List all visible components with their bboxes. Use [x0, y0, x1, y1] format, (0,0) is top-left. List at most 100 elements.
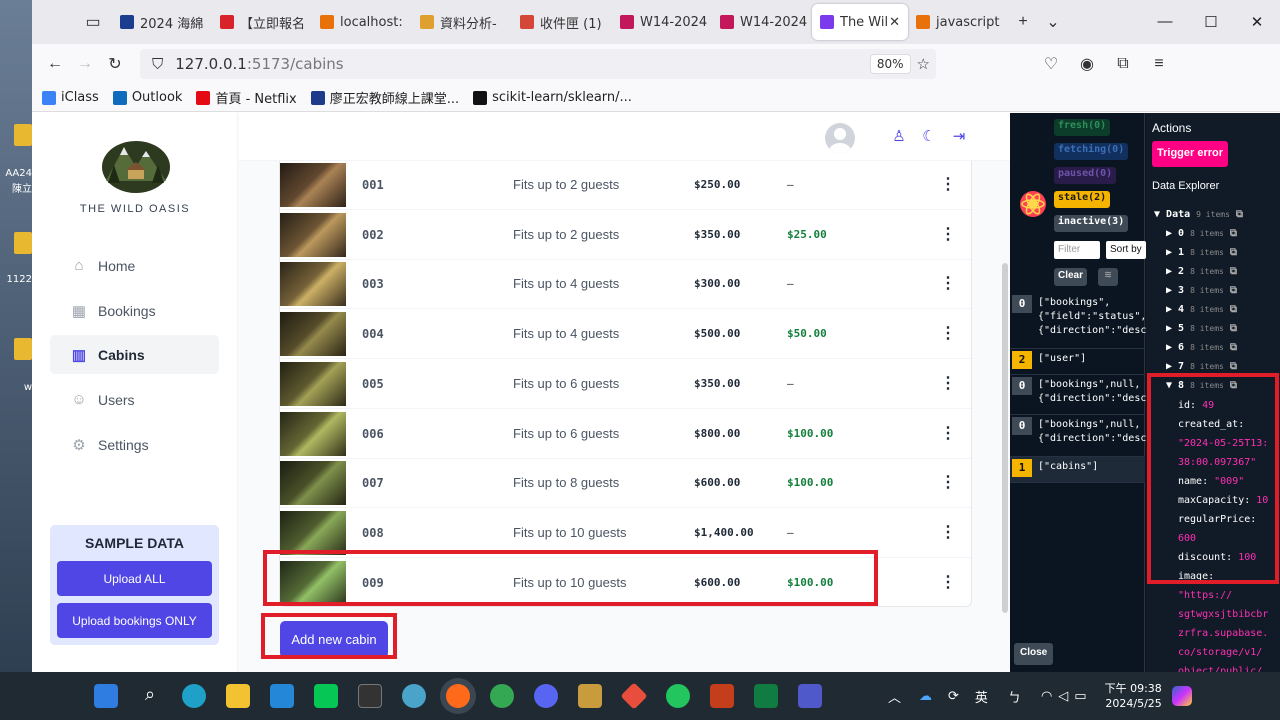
user-icon[interactable]: ♙: [889, 127, 909, 147]
sidebar-item-home[interactable]: ⌂ Home: [50, 246, 219, 285]
copy-icon[interactable]: ⧉: [1224, 228, 1237, 239]
copy-icon[interactable]: ⧉: [1224, 266, 1237, 277]
status-filter-badge[interactable]: paused(0): [1054, 167, 1117, 184]
status-filter-badge[interactable]: fetching(0): [1054, 143, 1129, 160]
bookmark-item[interactable]: 廖正宏教師線上課堂...: [310, 88, 459, 107]
copy-icon[interactable]: ⧉: [1236, 209, 1243, 220]
logout-icon[interactable]: ⇥: [949, 127, 969, 147]
back-icon[interactable]: ←: [40, 49, 70, 79]
sidebar-item-bookings[interactable]: ▦ Bookings: [50, 291, 219, 330]
close-icon[interactable]: ✕: [1234, 13, 1280, 31]
vscode-icon[interactable]: [270, 684, 294, 708]
bookmark-item[interactable]: Outlook: [112, 90, 182, 105]
browser-tab[interactable]: 收件匣 (1): [512, 4, 612, 40]
close-devtools-button[interactable]: Close: [1014, 643, 1054, 665]
volume-icon[interactable]: ◁: [1058, 689, 1068, 704]
row-menu-icon[interactable]: ⋮: [940, 323, 956, 343]
row-menu-icon[interactable]: ⋮: [940, 174, 956, 194]
chrome-icon[interactable]: [490, 684, 514, 708]
copy-icon[interactable]: ⧉: [1224, 342, 1237, 353]
data-index-node[interactable]: ▶ 1 8 items ⧉: [1166, 247, 1237, 258]
copilot-icon[interactable]: [1171, 686, 1192, 706]
copy-icon[interactable]: ⧉: [1224, 285, 1237, 296]
query-row[interactable]: 0 ["bookings", {"field":"status","va {"di…: [1010, 293, 1164, 349]
browser-tab[interactable]: 【立即報名: [212, 4, 312, 40]
chevron-up-icon[interactable]: ︿: [888, 687, 901, 706]
menu-icon[interactable]: ≡: [1144, 49, 1174, 79]
tab-list-icon[interactable]: ▭: [78, 7, 108, 37]
teams-icon[interactable]: [798, 684, 822, 708]
ime-mode-indicator[interactable]: ㄅ: [1008, 687, 1021, 706]
browser-tab[interactable]: W14-2024: [712, 4, 812, 40]
data-index-node[interactable]: ▶ 5 8 items ⧉: [1166, 323, 1237, 334]
clear-button[interactable]: Clear: [1054, 268, 1088, 286]
search-icon[interactable]: ⌕: [138, 684, 162, 708]
row-menu-icon[interactable]: ⋮: [940, 224, 956, 244]
excel-icon[interactable]: [754, 684, 778, 708]
upload-all-button[interactable]: Upload ALL: [57, 561, 212, 596]
status-filter-badge[interactable]: inactive(3): [1054, 215, 1129, 232]
bookmark-item[interactable]: iClass: [42, 90, 99, 105]
browser-tab[interactable]: 資料分析-: [412, 4, 512, 40]
edge-icon[interactable]: [182, 684, 206, 708]
chevron-down-icon[interactable]: ⌄: [1038, 7, 1068, 37]
row-menu-icon[interactable]: ⋮: [940, 572, 956, 592]
powerpoint-icon[interactable]: [710, 684, 734, 708]
query-row[interactable]: 2 ["user"]: [1010, 349, 1145, 375]
sync-icon[interactable]: ⟳: [948, 689, 959, 704]
row-menu-icon[interactable]: ⋮: [940, 373, 956, 393]
browser-tab[interactable]: javascript: [908, 4, 1008, 40]
browser-tab[interactable]: localhost:: [312, 4, 412, 40]
maximize-icon[interactable]: ☐: [1188, 13, 1234, 31]
copy-icon[interactable]: ⧉: [1224, 323, 1237, 334]
league-icon[interactable]: [578, 684, 602, 708]
line-icon[interactable]: [314, 684, 338, 708]
file-explorer-icon[interactable]: [226, 684, 250, 708]
scrollbar[interactable]: [1002, 263, 1008, 613]
folder-icon[interactable]: [14, 124, 32, 146]
data-index-node[interactable]: ▶ 7 8 items ⧉: [1166, 361, 1237, 372]
bookmark-item[interactable]: 首頁 - Netflix: [196, 88, 297, 107]
copy-icon[interactable]: ⧉: [1224, 361, 1237, 372]
star-icon[interactable]: ☆: [917, 55, 930, 73]
folder-icon[interactable]: [14, 338, 32, 360]
status-filter-badge[interactable]: stale(2): [1054, 191, 1111, 208]
pycharm-icon[interactable]: [666, 684, 690, 708]
address-bar[interactable]: ⛉ 127.0.0.1:5173/cabins 80% ☆: [140, 49, 936, 79]
battery-icon[interactable]: ▭: [1074, 689, 1086, 704]
firefox-icon[interactable]: [446, 684, 470, 708]
sort-select[interactable]: Sort by: [1106, 241, 1146, 259]
wifi-icon[interactable]: ≋: [1098, 268, 1118, 286]
query-row[interactable]: 0 ["bookings",null, {"direction":"desc",": [1010, 415, 1164, 457]
query-row[interactable]: 1 ["cabins"]: [1010, 457, 1145, 483]
new-tab-icon[interactable]: +: [1008, 7, 1038, 37]
query-row[interactable]: 0 ["bookings",null, {"direction":"desc",": [1010, 375, 1164, 415]
git-icon[interactable]: [620, 682, 648, 710]
zoom-indicator[interactable]: 80%: [869, 54, 911, 74]
upload-bookings-button[interactable]: Upload bookings ONLY: [57, 603, 212, 638]
data-index-node[interactable]: ▶ 0 8 items ⧉: [1166, 228, 1237, 239]
account-icon[interactable]: ◉: [1072, 49, 1102, 79]
discord-icon[interactable]: [534, 684, 558, 708]
sidebar-item-users[interactable]: ☺ Users: [50, 380, 219, 419]
clock[interactable]: 下午 09:38 2024/5/25: [1105, 681, 1162, 711]
paint-icon[interactable]: [402, 684, 426, 708]
folder-icon[interactable]: [14, 232, 32, 254]
moon-icon[interactable]: ☾: [919, 127, 939, 147]
row-menu-icon[interactable]: ⋮: [940, 522, 956, 542]
data-index-node[interactable]: ▶ 4 8 items ⧉: [1166, 304, 1237, 315]
sidebar-item-cabins[interactable]: ▥ Cabins: [50, 335, 219, 374]
filter-input[interactable]: Filter: [1054, 241, 1100, 259]
onedrive-icon[interactable]: ☁: [919, 689, 932, 704]
start-icon[interactable]: [94, 684, 118, 708]
data-index-node[interactable]: ▶ 3 8 items ⧉: [1166, 285, 1237, 296]
data-index-node[interactable]: ▶ 2 8 items ⧉: [1166, 266, 1237, 277]
extensions-icon[interactable]: ⧉: [1108, 49, 1138, 79]
bookmark-item[interactable]: scikit-learn/sklearn/...: [473, 90, 632, 105]
trigger-error-button[interactable]: Trigger error: [1152, 141, 1229, 167]
row-menu-icon[interactable]: ⋮: [940, 273, 956, 293]
reload-icon[interactable]: ↻: [100, 49, 130, 79]
wifi-icon[interactable]: ◠: [1041, 689, 1052, 704]
status-filter-badge[interactable]: fresh(0): [1054, 119, 1111, 136]
copy-icon[interactable]: ⧉: [1224, 247, 1237, 258]
